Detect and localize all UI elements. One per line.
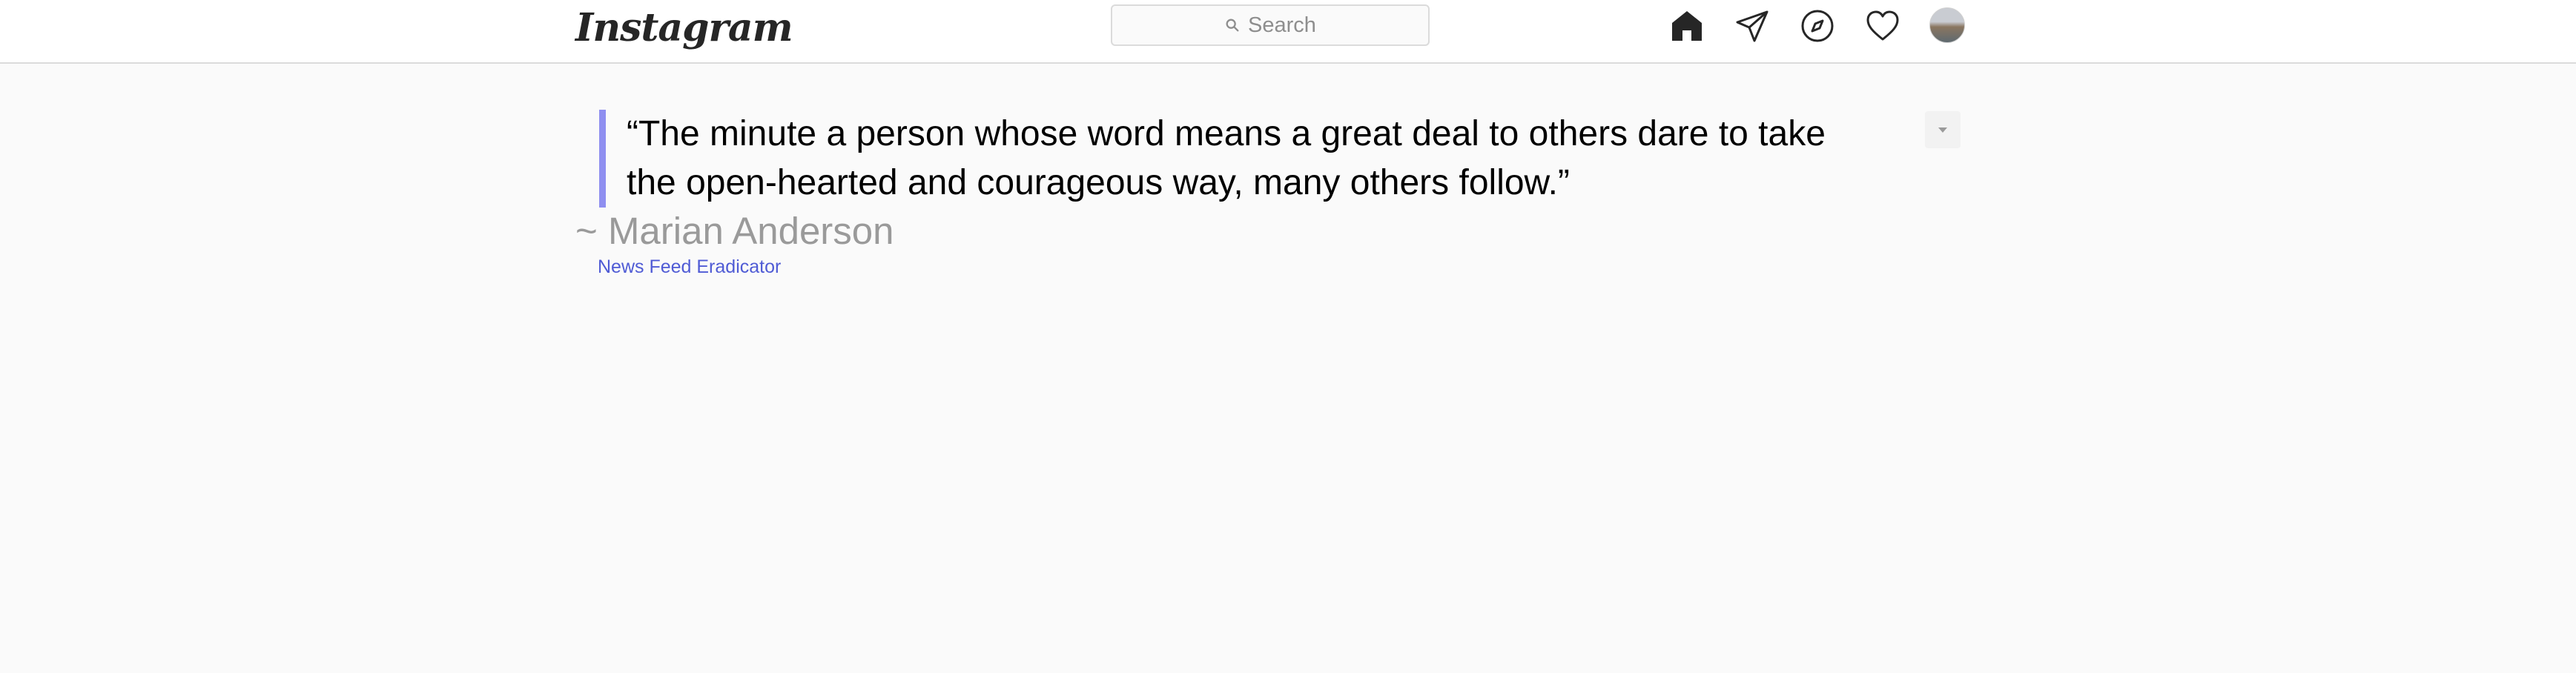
search-placeholder: Search: [1248, 13, 1316, 37]
profile-avatar[interactable]: [1929, 7, 1965, 43]
activity-button[interactable]: [1864, 7, 1901, 44]
direct-message-button[interactable]: [1734, 7, 1771, 44]
home-icon: [1672, 11, 1702, 41]
quote-line-1: “The minute a person whose word means a …: [627, 114, 1826, 153]
direct-message-icon: [1736, 10, 1768, 42]
quote-author: ~ Marian Anderson: [575, 210, 894, 252]
quote-line-2: the open-hearted and courageous way, man…: [627, 163, 1570, 202]
activity-heart-icon: [1866, 10, 1899, 41]
quote-text: “The minute a person whose word means a …: [627, 110, 1852, 208]
instagram-logo[interactable]: Instagram: [575, 1, 793, 61]
explore-button[interactable]: [1799, 7, 1836, 44]
search-icon: [1226, 19, 1239, 32]
top-navigation-bar: Instagram Search: [0, 0, 2576, 64]
search-input[interactable]: Search: [1111, 4, 1430, 46]
quote-block: “The minute a person whose word means a …: [599, 110, 1852, 208]
home-button[interactable]: [1668, 7, 1705, 44]
news-feed-eradicator-link[interactable]: News Feed Eradicator: [598, 256, 781, 278]
quote-menu-button[interactable]: [1925, 111, 1961, 148]
chevron-down-icon: [1938, 127, 1947, 133]
explore-compass-icon: [1801, 10, 1834, 42]
